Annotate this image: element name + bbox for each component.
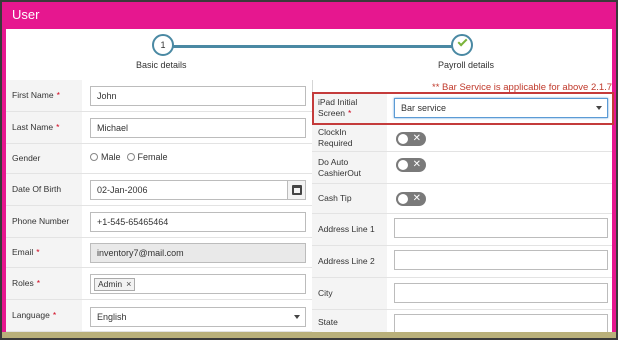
roles-row: Roles * Admin ×: [6, 268, 312, 300]
radio-icon[interactable]: [126, 153, 135, 161]
stepper-connector: [163, 45, 466, 48]
language-label: Language *: [6, 300, 82, 331]
gender-option-male[interactable]: Male: [90, 152, 121, 162]
clockin-label: ClockIn Required: [312, 125, 387, 151]
language-value: English: [97, 312, 127, 322]
phone-label: Phone Number: [6, 206, 82, 237]
city-input[interactable]: [394, 283, 608, 303]
dob-value: 02-Jan-2006: [97, 185, 148, 195]
toggle-knob: [398, 134, 408, 144]
first-name-label: First Name *: [6, 80, 82, 111]
phone-input[interactable]: +1-545-65465464: [90, 212, 306, 232]
taskbar-strip: [2, 332, 616, 338]
city-label: City: [312, 278, 387, 309]
calendar-button[interactable]: [287, 181, 305, 199]
state-row: State: [312, 310, 612, 334]
clockin-toggle[interactable]: ✕: [396, 132, 426, 146]
state-label: State: [312, 310, 387, 334]
step-1-label[interactable]: Basic details: [136, 60, 187, 70]
clockin-row: ClockIn Required ✕: [312, 125, 612, 152]
address1-row: Address Line 1: [312, 214, 612, 246]
check-icon: [457, 36, 468, 47]
gender-option-female[interactable]: Female: [126, 152, 168, 162]
user-dialog: User 1 Basic details Payroll details ** …: [0, 0, 618, 340]
chevron-down-icon: [294, 315, 300, 319]
phone-row: Phone Number +1-545-65465464: [6, 206, 312, 238]
right-accent-bar: [612, 29, 616, 334]
dob-label: Date Of Birth: [6, 174, 82, 205]
step-1-indicator[interactable]: 1: [152, 34, 174, 56]
auto-cashier-toggle[interactable]: ✕: [396, 158, 426, 172]
address2-label: Address Line 2: [312, 246, 387, 277]
email-label: Email *: [6, 238, 82, 267]
highlight-box: [312, 92, 614, 125]
state-input[interactable]: [394, 314, 608, 334]
step-2-indicator[interactable]: [451, 34, 473, 56]
wizard-stepper: 1 Basic details Payroll details: [6, 29, 612, 77]
email-input: inventory7@mail.com: [90, 243, 306, 263]
last-name-row: Last Name * Michael: [6, 112, 312, 144]
address2-row: Address Line 2: [312, 246, 612, 278]
dialog-title: User: [2, 2, 616, 29]
first-name-row: First Name * John: [6, 80, 312, 112]
toggle-knob: [398, 194, 408, 204]
cash-tip-label: Cash Tip: [312, 184, 387, 213]
toggle-knob: [398, 160, 408, 170]
auto-cashier-row: Do Auto CashierOut ✕: [312, 152, 612, 184]
address2-input[interactable]: [394, 250, 608, 270]
close-icon: ✕: [412, 133, 421, 144]
last-name-label: Last Name *: [6, 112, 82, 143]
language-select[interactable]: English: [90, 307, 306, 327]
close-icon: ✕: [412, 159, 421, 170]
cash-tip-toggle[interactable]: ✕: [396, 192, 426, 206]
radio-icon[interactable]: [90, 153, 98, 161]
auto-cashier-label: Do Auto CashierOut: [312, 152, 387, 183]
cash-tip-row: Cash Tip ✕: [312, 184, 612, 214]
role-tag-admin: Admin ×: [94, 277, 136, 291]
calendar-icon: [292, 185, 302, 195]
first-name-input[interactable]: John: [90, 86, 306, 106]
address1-input[interactable]: [394, 218, 608, 238]
roles-multiselect[interactable]: Admin ×: [90, 274, 306, 294]
gender-row: Gender Male Female: [6, 144, 312, 174]
roles-label: Roles *: [6, 268, 82, 299]
remove-tag-icon[interactable]: ×: [126, 279, 131, 289]
dob-input[interactable]: 02-Jan-2006: [90, 180, 306, 200]
language-row: Language * English: [6, 300, 312, 332]
close-icon: ✕: [412, 193, 421, 204]
last-name-input[interactable]: Michael: [90, 118, 306, 138]
email-row: Email * inventory7@mail.com: [6, 238, 312, 268]
gender-radio-group: Male Female: [90, 152, 174, 162]
dob-row: Date Of Birth 02-Jan-2006: [6, 174, 312, 206]
step-2-label[interactable]: Payroll details: [438, 60, 494, 70]
address1-label: Address Line 1: [312, 214, 387, 245]
gender-label: Gender: [6, 144, 82, 173]
city-row: City: [312, 278, 612, 310]
